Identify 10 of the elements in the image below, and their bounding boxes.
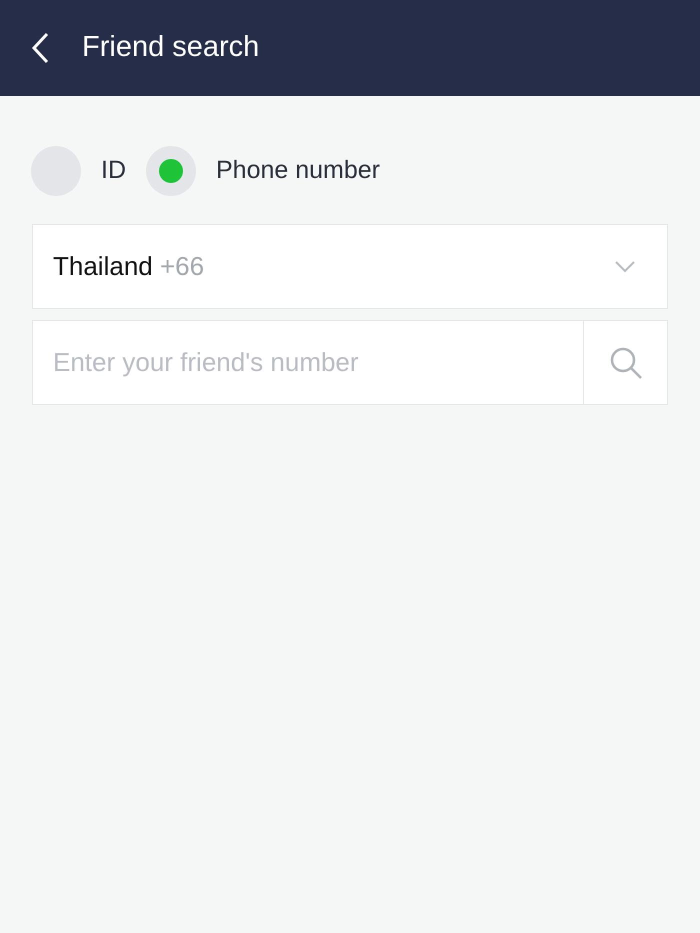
phone-number-field[interactable]: Enter your friend's number [32,320,583,405]
search-type-radio[interactable]: Phone number [146,146,380,196]
back-icon [31,32,49,64]
country-name: Thailand [53,251,153,281]
country-dropdown[interactable]: Thailand +66 [32,224,668,309]
search-type-radio[interactable]: ID [31,146,126,196]
screen-title: Friend search [82,30,260,66]
search-icon [608,346,642,380]
chevron-down-icon [615,260,635,272]
country-code: +66 [160,251,204,281]
